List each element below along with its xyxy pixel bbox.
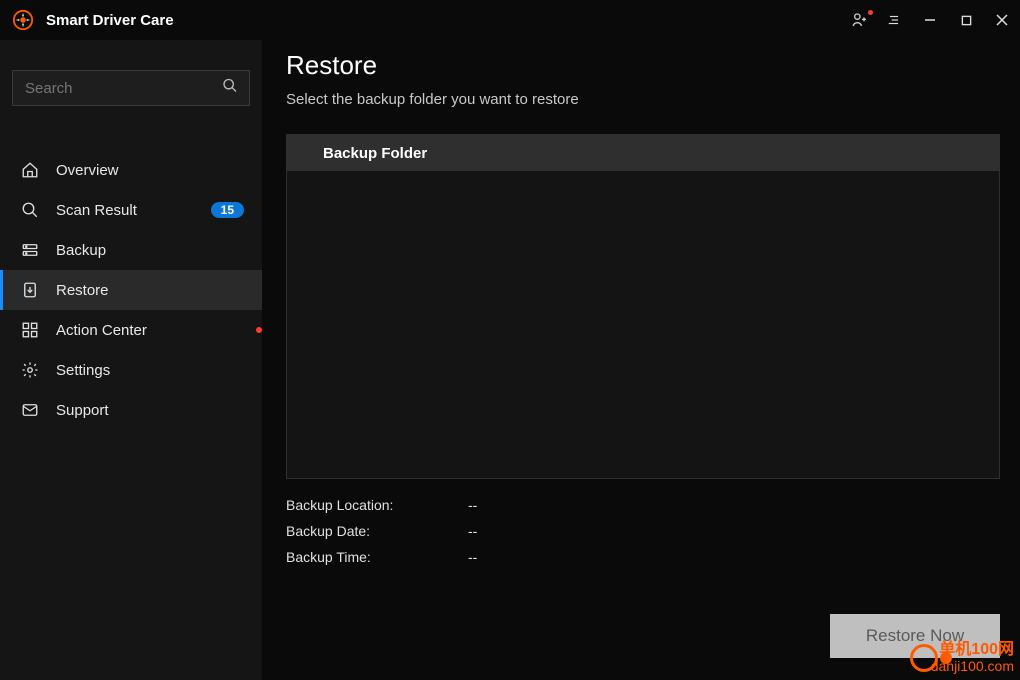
user-account-button[interactable]	[844, 0, 876, 40]
detail-value: --	[468, 497, 477, 513]
search-wrap	[12, 70, 250, 106]
magnifier-icon	[20, 200, 40, 220]
sidebar-item-scan-result[interactable]: Scan Result 15	[0, 190, 262, 230]
detail-label: Backup Location:	[286, 497, 468, 513]
detail-value: --	[468, 549, 477, 565]
app-logo-icon	[12, 9, 34, 31]
restore-now-button[interactable]: Restore Now	[830, 614, 1000, 658]
sidebar: Overview Scan Result 15 Backup Resto	[0, 40, 262, 680]
detail-row: Backup Time: --	[286, 549, 1000, 565]
backup-icon	[20, 240, 40, 260]
scan-result-badge: 15	[211, 202, 244, 218]
detail-label: Backup Time:	[286, 549, 468, 565]
search-icon	[222, 78, 238, 99]
home-icon	[20, 160, 40, 180]
sidebar-item-label: Restore	[56, 282, 262, 299]
watermark-line2: danji100.com	[931, 659, 1014, 674]
sidebar-item-support[interactable]: Support	[0, 390, 262, 430]
panel-body[interactable]	[287, 171, 999, 478]
restore-icon	[20, 280, 40, 300]
detail-value: --	[468, 523, 477, 539]
sidebar-nav: Overview Scan Result 15 Backup Resto	[0, 150, 262, 430]
app-title: Smart Driver Care	[46, 12, 174, 29]
grid-icon	[20, 320, 40, 340]
page-title: Restore	[286, 50, 1000, 81]
minimize-button[interactable]	[912, 0, 948, 40]
sidebar-item-label: Overview	[56, 162, 262, 179]
notification-dot-icon	[868, 10, 873, 15]
detail-label: Backup Date:	[286, 523, 468, 539]
sidebar-item-label: Support	[56, 402, 262, 419]
panel-header: Backup Folder	[287, 135, 999, 171]
close-button[interactable]	[984, 0, 1020, 40]
backup-folder-panel: Backup Folder	[286, 134, 1000, 479]
titlebar: Smart Driver Care	[0, 0, 1020, 40]
backup-details: Backup Location: -- Backup Date: -- Back…	[286, 497, 1000, 575]
sidebar-item-label: Backup	[56, 242, 262, 259]
main-content: Restore Select the backup folder you wan…	[262, 40, 1020, 680]
detail-row: Backup Location: --	[286, 497, 1000, 513]
maximize-button[interactable]	[948, 0, 984, 40]
sidebar-item-label: Settings	[56, 362, 262, 379]
page-subtitle: Select the backup folder you want to res…	[286, 91, 1000, 108]
sidebar-item-settings[interactable]: Settings	[0, 350, 262, 390]
detail-row: Backup Date: --	[286, 523, 1000, 539]
sidebar-item-restore[interactable]: Restore	[0, 270, 262, 310]
sidebar-item-label: Scan Result	[56, 202, 211, 219]
sidebar-item-backup[interactable]: Backup	[0, 230, 262, 270]
search-input[interactable]	[12, 70, 250, 106]
menu-button[interactable]	[876, 0, 912, 40]
envelope-icon	[20, 400, 40, 420]
sidebar-item-label: Action Center	[56, 322, 250, 339]
sidebar-item-action-center[interactable]: Action Center	[0, 310, 262, 350]
sidebar-item-overview[interactable]: Overview	[0, 150, 262, 190]
gear-icon	[20, 360, 40, 380]
